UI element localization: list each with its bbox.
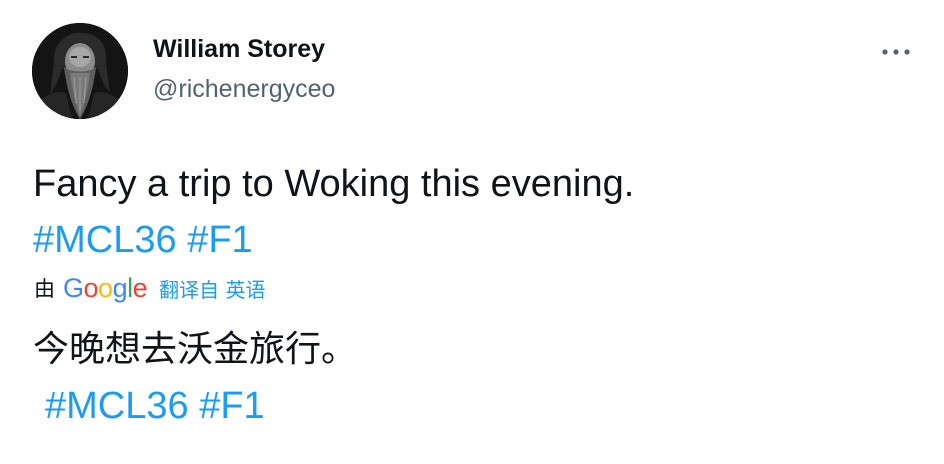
tweet-body: Fancy a trip to Woking this evening. [33, 163, 635, 205]
hashtag-link[interactable]: #F1 [199, 385, 264, 427]
avatar[interactable] [32, 23, 128, 119]
display-name[interactable]: William Storey [153, 33, 335, 65]
author-block: William Storey @richenergyceo [153, 33, 335, 105]
avatar-photo [32, 23, 128, 119]
hashtag-link[interactable]: #MCL36 [33, 219, 177, 261]
translated-hashtags: #MCL36 #F1 [45, 378, 265, 434]
google-logo: Google [63, 273, 148, 303]
tweet-card: William Storey @richenergyceo Fancy a tr… [0, 0, 944, 464]
translation-attribution: 由 Google 翻译自 英语 [34, 271, 266, 305]
tweet-text: Fancy a trip to Woking this evening. #MC… [33, 156, 893, 268]
more-options-button[interactable] [876, 36, 916, 68]
hashtag-link[interactable]: #F1 [187, 219, 252, 261]
more-horizontal-icon [882, 49, 910, 55]
hashtag-link[interactable]: #MCL36 [45, 385, 189, 427]
translated-by-label: 由 [34, 277, 55, 301]
translated-from-link[interactable]: 翻译自 英语 [159, 274, 265, 303]
user-handle[interactable]: @richenergyceo [153, 73, 335, 105]
tweet-hashtags: #MCL36 #F1 [33, 212, 893, 268]
translated-text: 今晚想去沃金旅行。 [33, 329, 358, 370]
